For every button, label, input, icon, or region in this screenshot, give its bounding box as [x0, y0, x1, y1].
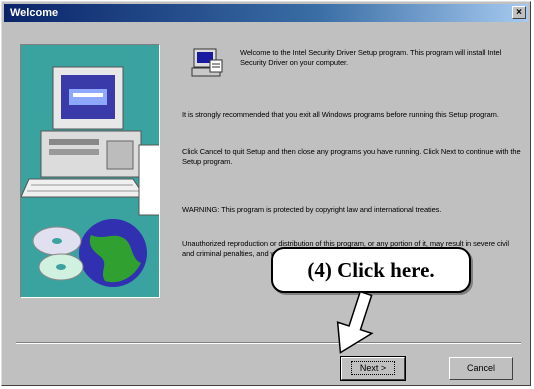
welcome-dialog: Welcome × Welcome to the Intel Security … — [1, 1, 531, 386]
click-here-callout: (4) Click here. — [271, 247, 471, 293]
setup-illustration — [20, 44, 160, 298]
computer-and-cd-illustration — [21, 66, 159, 287]
close-button[interactable]: × — [512, 6, 526, 19]
instructions-text: Click Cancel to quit Setup and then clos… — [182, 147, 521, 166]
separator — [16, 342, 521, 344]
welcome-text: Welcome to the Intel Security Driver Set… — [240, 48, 502, 67]
pointer-arrow-icon — [336, 290, 374, 354]
title-bar[interactable]: Welcome × — [4, 4, 528, 22]
next-button[interactable]: Next > — [340, 356, 406, 381]
recommendation-text: It is strongly recommended that you exit… — [182, 110, 499, 119]
next-button-label: Next > — [350, 361, 396, 375]
window-title: Welcome — [10, 7, 59, 19]
setup-computer-icon — [191, 48, 223, 77]
warning-text: WARNING: This program is protected by co… — [182, 205, 442, 214]
cancel-button[interactable]: Cancel — [449, 357, 513, 380]
